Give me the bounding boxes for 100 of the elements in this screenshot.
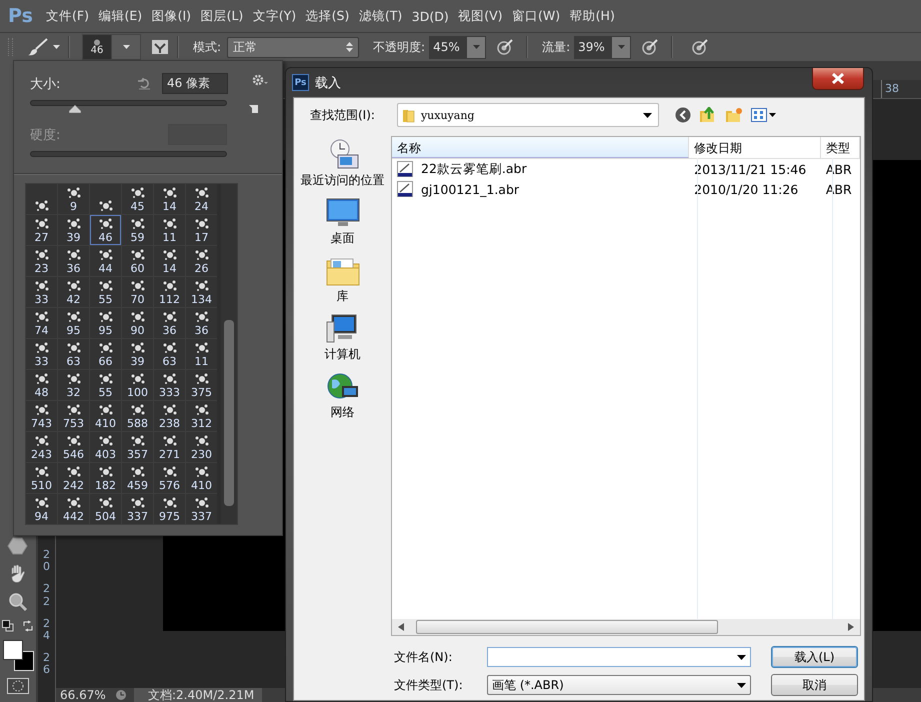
brush-preset-picker[interactable]: 46 — [82, 34, 141, 60]
brush-preset[interactable]: 39 — [122, 339, 153, 369]
menu-item[interactable]: 窗口(W) — [512, 8, 560, 24]
brush-preset[interactable]: 44 — [90, 246, 121, 276]
brush-preset[interactable]: 17 — [186, 215, 217, 245]
file-row[interactable]: 22款云雾笔刷.abr 2013/11/21 15:46 ABR — [392, 159, 860, 179]
place-shortcut[interactable]: 桌面 — [326, 198, 360, 247]
dropdown-arrow-icon[interactable] — [737, 654, 746, 660]
menu-item[interactable]: 编辑(E) — [98, 8, 142, 24]
brush-preset[interactable]: 48 — [26, 370, 57, 400]
brush-preset[interactable]: 743 — [26, 401, 57, 431]
blend-mode-select[interactable]: 正常 — [227, 36, 360, 58]
brush-preset[interactable]: 546 — [58, 432, 89, 462]
menu-item[interactable]: 文件(F) — [46, 8, 89, 24]
brush-preset[interactable]: 11 — [186, 339, 217, 369]
brush-preset[interactable]: 112 — [154, 277, 185, 307]
brush-preset[interactable]: 42 — [58, 277, 89, 307]
brush-preset[interactable]: 26 — [186, 246, 217, 276]
place-shortcut[interactable]: 计算机 — [324, 314, 360, 363]
menu-item[interactable]: 3D(D) — [412, 8, 449, 24]
file-name-field[interactable] — [487, 647, 751, 667]
place-shortcut[interactable]: 网络 — [326, 372, 360, 421]
brush-preset[interactable]: 36 — [58, 246, 89, 276]
brush-preset[interactable] — [90, 184, 121, 214]
brush-preset[interactable]: 70 — [122, 277, 153, 307]
brush-preset[interactable]: 33 — [26, 339, 57, 369]
pressure-opacity-icon[interactable] — [496, 38, 514, 56]
horizontal-scrollbar[interactable] — [392, 619, 860, 635]
brush-preset[interactable]: 36 — [154, 308, 185, 338]
close-button[interactable] — [812, 68, 864, 90]
brush-preset[interactable]: 588 — [122, 401, 153, 431]
brush-preset[interactable]: 410 — [186, 463, 217, 493]
brush-preset[interactable]: 32 — [58, 370, 89, 400]
menu-item[interactable]: 帮助(H) — [570, 8, 615, 24]
brush-preset[interactable]: 36 — [186, 308, 217, 338]
brush-preset[interactable]: 55 — [90, 370, 121, 400]
brush-preset[interactable]: 11 — [154, 215, 185, 245]
brush-preset[interactable]: 975 — [154, 494, 185, 524]
brush-preset[interactable]: 576 — [154, 463, 185, 493]
brush-preset[interactable]: 403 — [90, 432, 121, 462]
brush-preset[interactable]: 243 — [26, 432, 57, 462]
status-menu-icon[interactable] — [114, 689, 128, 701]
scroll-left-icon[interactable] — [398, 623, 404, 631]
brush-preset[interactable]: 271 — [154, 432, 185, 462]
back-icon[interactable] — [674, 107, 691, 123]
brush-preset[interactable]: 60 — [122, 246, 153, 276]
reset-icon[interactable] — [138, 77, 151, 90]
menu-item[interactable]: 图层(L) — [200, 8, 244, 24]
brush-preset[interactable]: 410 — [90, 401, 121, 431]
settings-icon[interactable] — [252, 73, 268, 87]
default-colors-icon[interactable] — [2, 620, 14, 632]
view-menu-icon[interactable] — [750, 108, 777, 122]
brush-preset[interactable]: 238 — [154, 401, 185, 431]
brush-panel-toggle-icon[interactable] — [151, 39, 169, 55]
brush-preset[interactable]: 357 — [122, 432, 153, 462]
brush-preset[interactable]: 66 — [90, 339, 121, 369]
brush-preset[interactable]: 14 — [154, 246, 185, 276]
polygon-tool-icon[interactable] — [7, 536, 29, 556]
pressure-size-icon[interactable] — [691, 38, 710, 56]
brush-preset[interactable]: 63 — [154, 339, 185, 369]
color-swatches[interactable] — [3, 640, 33, 670]
brush-preset[interactable]: 182 — [90, 463, 121, 493]
load-button[interactable]: 载入(L) — [771, 646, 858, 668]
brush-preset[interactable]: 442 — [58, 494, 89, 524]
brush-preset[interactable]: 33 — [26, 277, 57, 307]
brush-tool-icon[interactable] — [27, 37, 49, 57]
brush-preset[interactable]: 27 — [26, 215, 57, 245]
brush-preset[interactable]: 24 — [186, 184, 217, 214]
brush-preset[interactable]: 510 — [26, 463, 57, 493]
brush-preset[interactable]: 74 — [26, 308, 57, 338]
brush-preset[interactable]: 242 — [58, 463, 89, 493]
brush-preset[interactable]: 100 — [122, 370, 153, 400]
size-field[interactable]: 46 像素 — [162, 73, 228, 94]
new-preset-icon[interactable] — [249, 103, 259, 113]
place-shortcut[interactable]: 库 — [326, 256, 360, 305]
airbrush-icon[interactable] — [641, 38, 660, 56]
brush-preset[interactable]: 337 — [122, 494, 153, 524]
brush-preset[interactable]: 337 — [186, 494, 217, 524]
dropdown-arrow-icon[interactable] — [737, 682, 746, 688]
file-row[interactable]: gj100121_1.abr 2010/1/20 11:26 ABR — [392, 179, 860, 199]
brush-preset[interactable]: 46 — [90, 215, 121, 245]
brush-preset[interactable]: 23 — [26, 246, 57, 276]
size-slider[interactable] — [30, 100, 227, 114]
up-folder-icon[interactable] — [698, 107, 717, 123]
column-header[interactable]: 类型 — [820, 137, 860, 158]
brush-preset[interactable]: 9 — [58, 184, 89, 214]
brush-preset[interactable] — [26, 184, 57, 214]
brush-preset[interactable]: 14 — [154, 184, 185, 214]
brush-preset[interactable]: 63 — [58, 339, 89, 369]
brush-preset[interactable]: 504 — [90, 494, 121, 524]
brush-preset[interactable]: 375 — [186, 370, 217, 400]
place-shortcut[interactable]: 最近访问的位置 — [300, 138, 384, 189]
brush-preset[interactable]: 95 — [90, 308, 121, 338]
brush-preset[interactable]: 94 — [26, 494, 57, 524]
file-list[interactable]: 名称 修改日期 类型 22款云雾笔刷.abr 2013/11/21 15:46 ABR gj100121_1.abr 2010/1/20 11:26 ABR — [391, 136, 861, 636]
cancel-button[interactable]: 取消 — [771, 674, 858, 696]
menu-item[interactable]: 图像(I) — [152, 8, 192, 24]
scrollbar[interactable] — [221, 184, 237, 524]
column-header[interactable]: 名称 — [392, 137, 690, 158]
swap-colors-icon[interactable] — [22, 620, 34, 632]
